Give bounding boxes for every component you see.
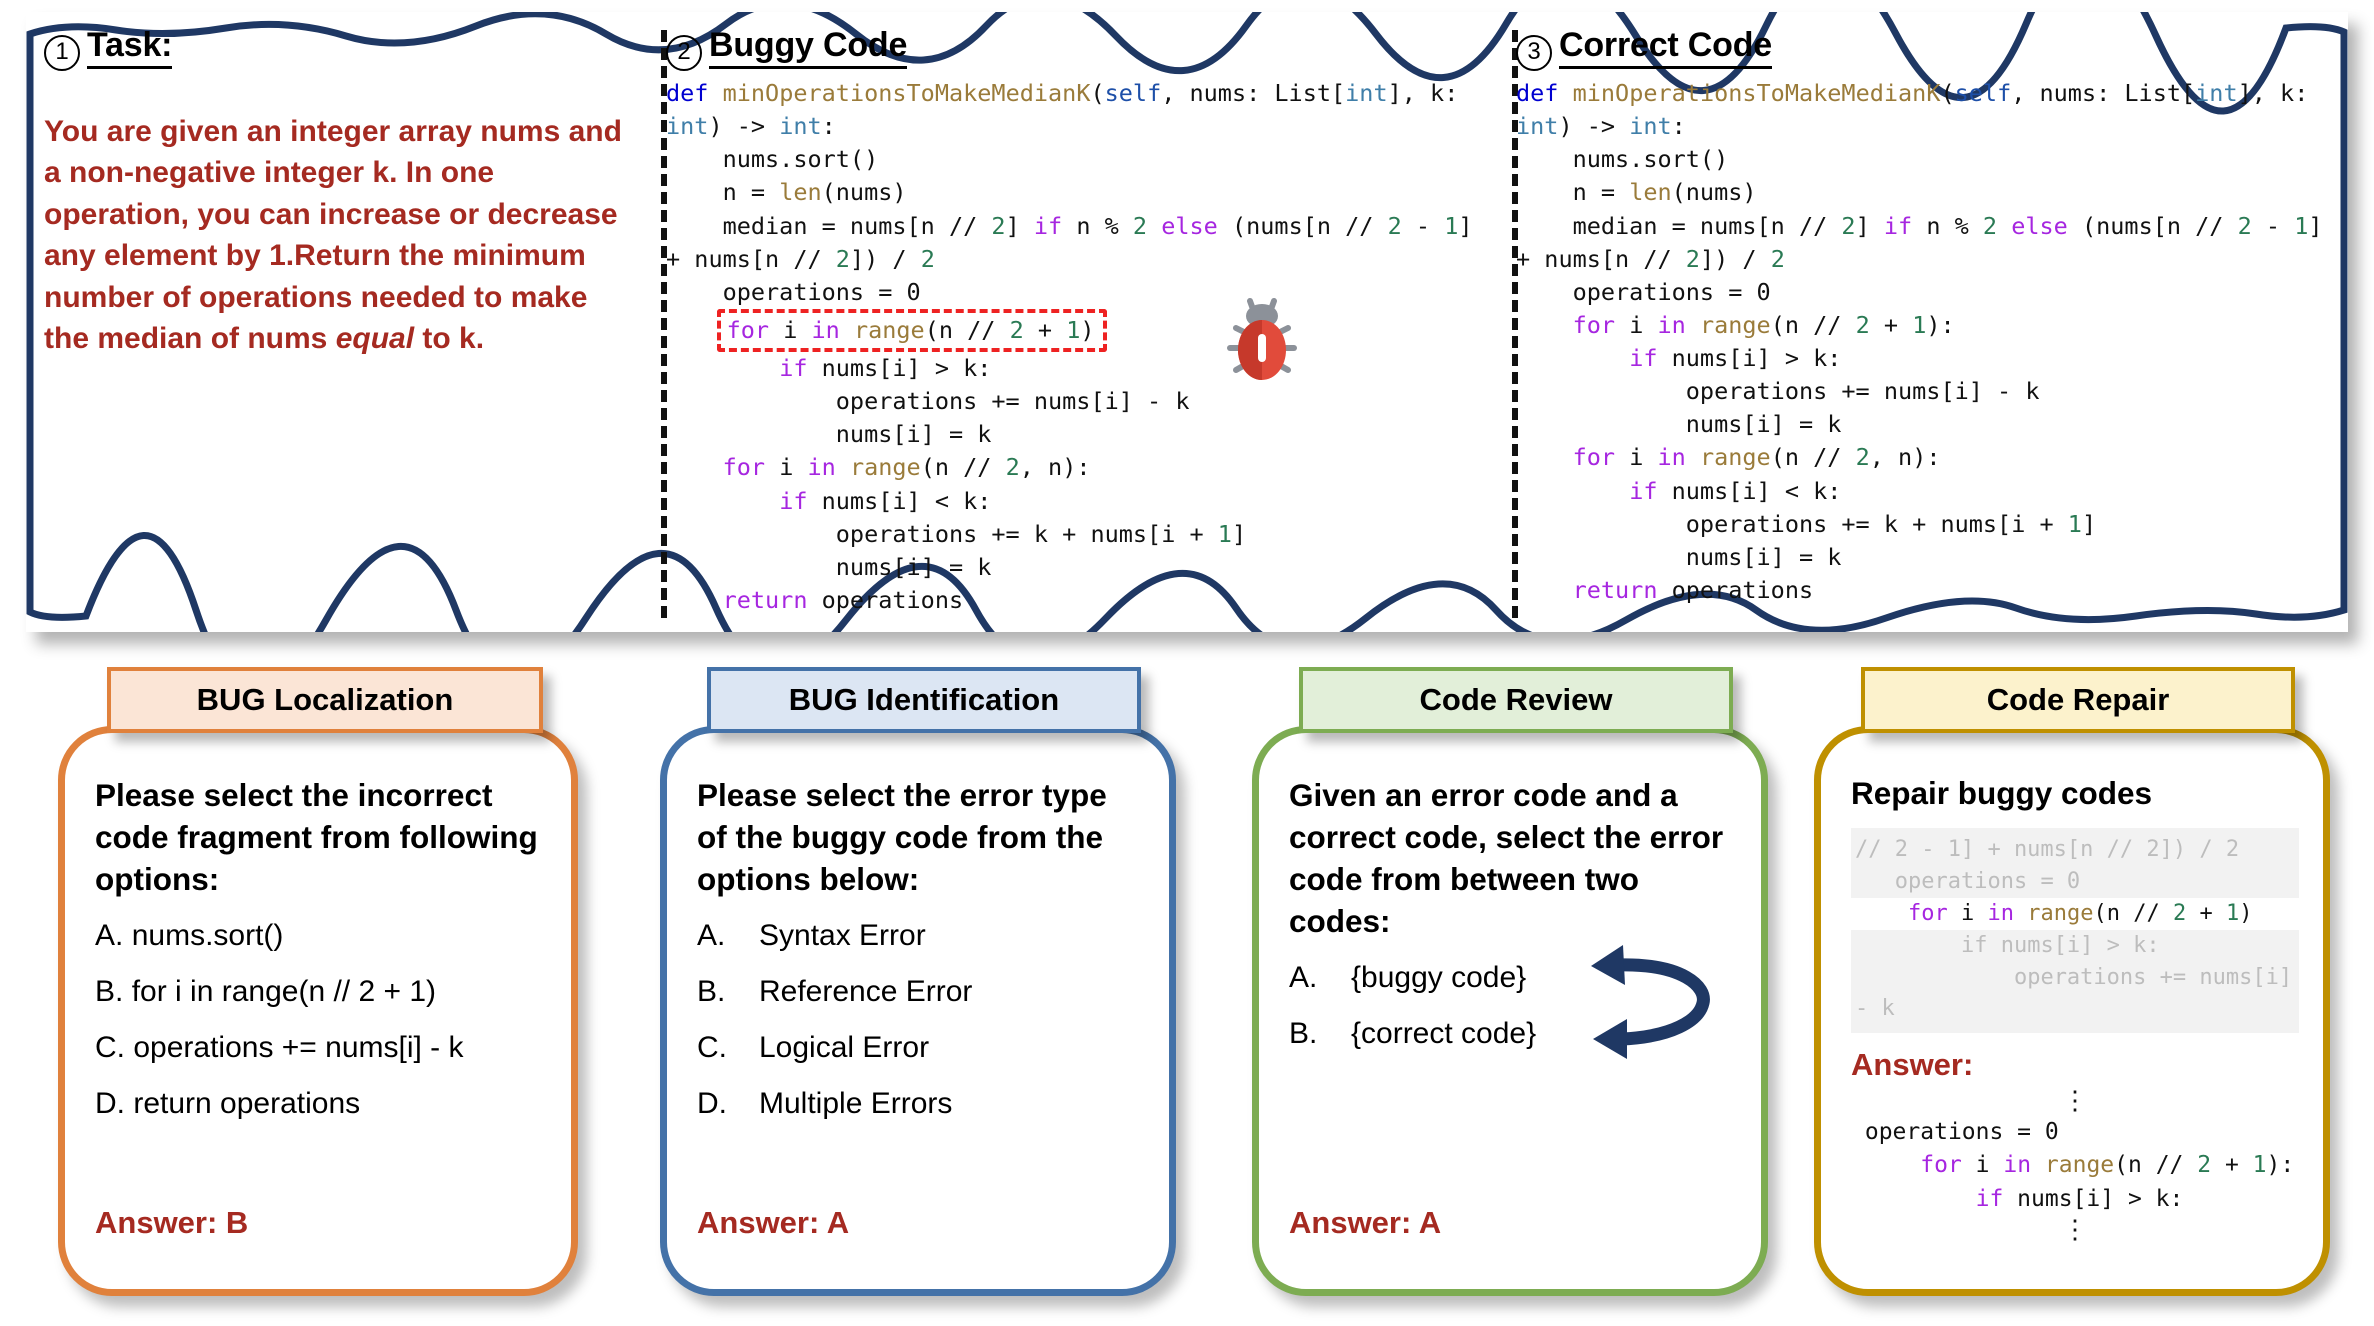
option-c-label: C.	[95, 1030, 125, 1064]
task-column: 1 Task: You are given an integer array nu…	[44, 26, 624, 622]
option-c-label: C.	[697, 1030, 727, 1064]
card-body-bug-localization: Please select the incorrect code fragmen…	[95, 775, 547, 1275]
option-d[interactable]: D. Multiple Errors	[697, 1087, 1145, 1121]
option-c-text: operations += nums[i] - k	[133, 1030, 464, 1064]
task-text-part1: You are given an integer array nums and …	[44, 115, 622, 355]
faded-line-2: operations = 0	[1855, 868, 2081, 894]
correct-fn-name: minOperationsToMakeMedianK	[1572, 79, 1941, 107]
code-repair-answer-label: Answer:	[1851, 1047, 1974, 1083]
option-a-label: A.	[697, 918, 726, 952]
correct-step-number: 3	[1516, 35, 1552, 71]
option-a-label: A.	[95, 918, 124, 952]
faded-highlight-line: for i in range(n // 2 + 1)	[1851, 897, 2299, 930]
option-b-text: for i in range(n // 2 + 1)	[131, 974, 437, 1008]
option-d-text: return operations	[133, 1086, 361, 1120]
task-step-number: 1	[44, 35, 80, 71]
code-repair-answer-code: ⋮ operations = 0 for i in range(n // 2 +…	[1851, 1087, 2299, 1244]
buggy-code-block: def minOperationsToMakeMedianK(self, num…	[666, 79, 1487, 614]
task-heading: 1 Task:	[44, 26, 624, 71]
buggy-line-sort: nums.sort()	[722, 145, 879, 174]
card-header-bug-identification: BUG Identification	[707, 667, 1141, 733]
bug-localization-question: Please select the incorrect code fragmen…	[95, 777, 538, 897]
option-b-text: Reference Error	[759, 974, 973, 1008]
correct-line-ops-init: operations = 0	[1572, 277, 1771, 306]
task-heading-label: Task:	[87, 26, 172, 69]
option-c[interactable]: C. Logical Error	[697, 1031, 1145, 1065]
option-b-label: B.	[95, 974, 124, 1008]
card-body-code-repair: Repair buggy codes // 2 - 1] + nums[n //…	[1851, 775, 2299, 1275]
buggy-code-column: 2 Buggy Code def minOperationsToMakeMedia…	[666, 26, 1476, 622]
task-text-part3: to k.	[414, 321, 485, 355]
buggy-line-ops-init: operations = 0	[722, 277, 921, 306]
option-b-label: B.	[697, 974, 726, 1008]
option-a[interactable]: A. nums.sort()	[95, 919, 547, 953]
card-header-code-review: Code Review	[1299, 667, 1733, 733]
bug-localization-options: A. nums.sort() B. for i in range(n // 2 …	[95, 919, 547, 1121]
buggy-line-highlight: for i in range(n // 2 + 1)	[716, 308, 1107, 352]
answer-dots-top: ⋮	[2062, 1086, 2088, 1117]
bug-identification-options: A. Syntax Error B. Reference Error C. Logic…	[697, 919, 1145, 1121]
correct-code-column: 3 Correct Code def minOperationsToMakeMed…	[1516, 26, 2326, 622]
code-review-question: Given an error code and a correct code, …	[1289, 777, 1724, 939]
option-b-text: {correct code}	[1351, 1016, 1537, 1050]
correct-code-block: def minOperationsToMakeMedianK(self, num…	[1516, 79, 2337, 604]
answer-dots-bottom: ⋮	[2062, 1214, 2088, 1245]
option-d[interactable]: D. return operations	[95, 1087, 547, 1121]
code-repair-faded-code: // 2 - 1] + nums[n // 2]) / 2 operations…	[1851, 828, 2299, 1034]
bug-localization-answer: Answer: B	[95, 1205, 249, 1240]
option-d-text: Multiple Errors	[759, 1086, 953, 1120]
option-a-text: Syntax Error	[759, 918, 926, 952]
task-description: You are given an integer array nums and …	[44, 111, 624, 359]
buggy-code-heading: 2 Buggy Code	[666, 26, 1476, 71]
correct-def-kw: def	[1516, 79, 1559, 107]
option-a-text: nums.sort()	[131, 918, 284, 952]
card-header-code-repair: Code Repair	[1861, 667, 2295, 733]
answer-line-1: operations = 0	[1851, 1118, 2059, 1145]
option-b-label: B.	[1289, 1016, 1318, 1050]
faded-line-4: if nums[i] > k:	[1855, 932, 2160, 958]
code-repair-title: Repair buggy codes	[1851, 775, 2153, 811]
option-d-label: D.	[697, 1086, 727, 1120]
option-a[interactable]: A. Syntax Error	[697, 919, 1145, 953]
task-text-emphasis: equal	[335, 321, 415, 355]
swap-curved-arrow-icon	[1591, 945, 1710, 1059]
buggy-step-number: 2	[666, 35, 702, 71]
card-header-bug-localization: BUG Localization	[107, 667, 543, 733]
code-review-answer: Answer: A	[1289, 1205, 1442, 1240]
correct-line-sort: nums.sort()	[1572, 145, 1729, 174]
buggy-fn-name: minOperationsToMakeMedianK	[722, 79, 1091, 107]
top-panel: 1 Task: You are given an integer array nu…	[26, 12, 2348, 632]
option-a-text: {buggy code}	[1351, 960, 1527, 994]
card-code-repair[interactable]: Code Repair Repair buggy codes // 2 - 1]…	[1814, 667, 2330, 1296]
card-bug-localization[interactable]: BUG Localization Please select the incor…	[58, 667, 578, 1296]
faded-line-1: // 2 - 1] + nums[n // 2]) / 2	[1855, 837, 2240, 862]
bug-identification-question: Please select the error type of the bugg…	[697, 777, 1107, 897]
option-c[interactable]: C. operations += nums[i] - k	[95, 1031, 547, 1065]
card-bug-identification[interactable]: BUG Identification Please select the err…	[660, 667, 1176, 1296]
bug-icon	[1227, 298, 1297, 380]
bug-identification-answer: Answer: A	[697, 1205, 850, 1240]
buggy-heading-label: Buggy Code	[709, 26, 907, 69]
card-body-bug-identification: Please select the error type of the bugg…	[697, 775, 1145, 1275]
faded-line-5: operations += nums[i] - k	[1855, 964, 2293, 1022]
option-a-label: A.	[1289, 960, 1318, 994]
correct-code-heading: 3 Correct Code	[1516, 26, 2326, 71]
option-b[interactable]: B. for i in range(n // 2 + 1)	[95, 975, 547, 1009]
option-d-label: D.	[95, 1086, 125, 1120]
card-body-code-review: Given an error code and a correct code, …	[1289, 775, 1737, 1275]
buggy-def-kw: def	[666, 79, 709, 107]
option-b[interactable]: B. Reference Error	[697, 975, 1145, 1009]
card-code-review[interactable]: Code Review Given an error code and a co…	[1252, 667, 1768, 1296]
correct-heading-label: Correct Code	[1559, 26, 1772, 69]
option-c-text: Logical Error	[759, 1030, 930, 1064]
